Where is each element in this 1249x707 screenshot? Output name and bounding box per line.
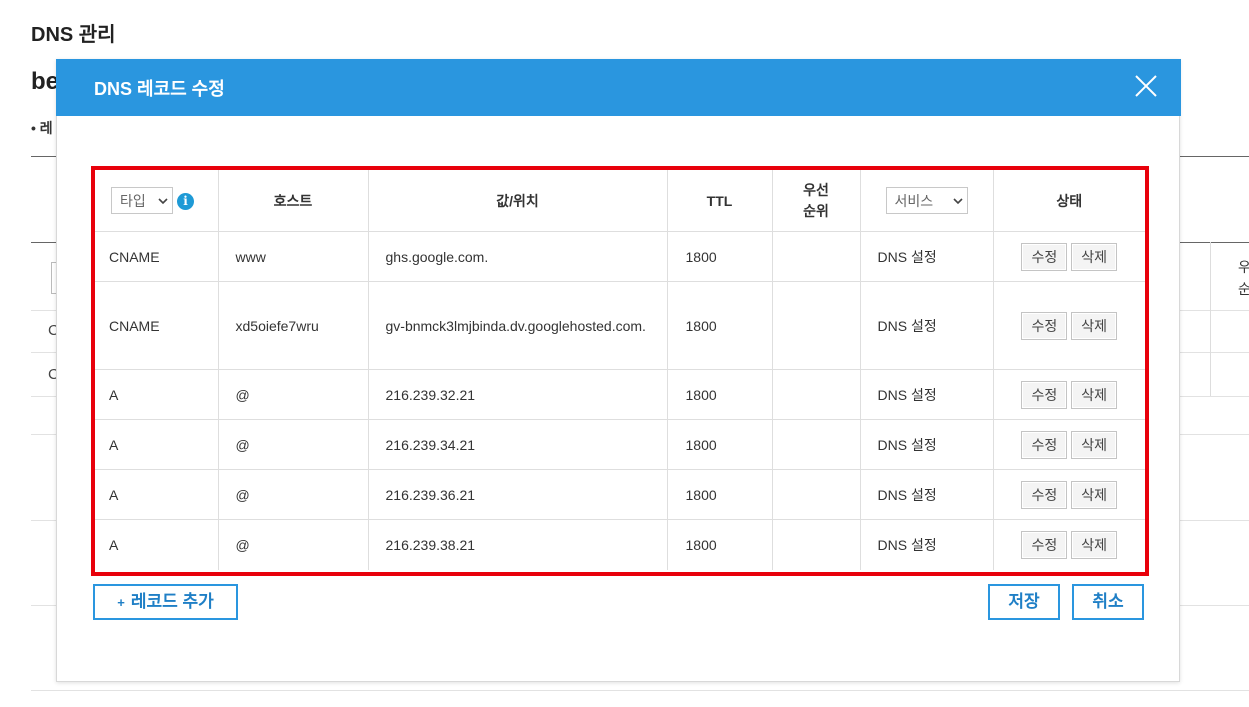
table-header-row: 타입 i 호스트 값/위치 TTL 우선 순위 서비스 상태 [95, 170, 1145, 232]
cell-type: A [95, 419, 219, 470]
priority-label-line1: 우선 [803, 181, 829, 198]
cell-type: A [95, 369, 219, 420]
cell-ttl: 1800 [667, 369, 773, 420]
dns-records-table: 타입 i 호스트 값/위치 TTL 우선 순위 서비스 상태 CNAME www… [95, 170, 1145, 570]
section-bullet: • 레 [31, 120, 53, 136]
table-row: A @ 216.239.38.21 1800 DNS 설정 수정 삭제 [95, 519, 1145, 570]
modal-title: DNS 레코드 수정 [94, 79, 225, 99]
cell-service: DNS 설정 [860, 369, 994, 420]
cell-ttl: 1800 [667, 281, 773, 370]
cell-service: DNS 설정 [860, 519, 994, 570]
cell-actions: 수정 삭제 [993, 231, 1145, 282]
cell-host: xd5oiefe7wru [218, 281, 369, 370]
cell-service: DNS 설정 [860, 281, 994, 370]
cell-actions: 수정 삭제 [993, 469, 1145, 520]
save-button[interactable]: 저장 [988, 584, 1060, 620]
close-icon[interactable] [1131, 71, 1161, 101]
cell-host: @ [218, 519, 369, 570]
column-ttl: TTL [667, 170, 773, 232]
edit-button[interactable]: 수정 [1021, 311, 1068, 340]
table-row: A @ 216.239.34.21 1800 DNS 설정 수정 삭제 [95, 419, 1145, 470]
table-row: A @ 216.239.32.21 1800 DNS 설정 수정 삭제 [95, 369, 1145, 420]
cell-service: DNS 설정 [860, 419, 994, 470]
chevron-down-icon [158, 197, 168, 204]
column-priority: 우선 순위 [772, 170, 861, 232]
bg-header-line: 순 [1238, 281, 1249, 297]
cell-priority [772, 231, 861, 282]
info-icon[interactable]: i [177, 193, 194, 211]
cell-value: 216.239.32.21 [368, 369, 668, 420]
column-status: 상태 [993, 170, 1145, 232]
edit-button[interactable]: 수정 [1021, 430, 1068, 459]
priority-label-line2: 순위 [803, 202, 829, 219]
cell-host: www [218, 231, 369, 282]
cell-ttl: 1800 [667, 419, 773, 470]
cell-type: A [95, 469, 219, 520]
cell-host: @ [218, 419, 369, 470]
cell-service: DNS 설정 [860, 469, 994, 520]
delete-button[interactable]: 삭제 [1071, 430, 1118, 459]
cell-actions: 수정 삭제 [993, 520, 1145, 570]
cell-actions: 수정 삭제 [993, 369, 1145, 420]
cell-ttl: 1800 [667, 469, 773, 520]
cell-type: CNAME [95, 231, 219, 282]
cell-priority [772, 369, 861, 420]
cell-type: CNAME [95, 281, 219, 370]
type-filter-select[interactable]: 타입 [111, 187, 173, 214]
bg-header-line: 우 [1238, 259, 1249, 275]
modal-header: DNS 레코드 수정 [56, 59, 1181, 116]
column-host: 호스트 [218, 170, 369, 232]
delete-button[interactable]: 삭제 [1071, 311, 1118, 340]
add-record-button[interactable]: + 레코드 추가 [93, 584, 238, 620]
cell-priority [772, 469, 861, 520]
cell-value: gv-bnmck3lmjbinda.dv.googlehosted.com. [368, 281, 668, 370]
divider [1210, 242, 1211, 396]
cell-host: @ [218, 469, 369, 520]
chevron-down-icon [952, 197, 963, 204]
cell-host: @ [218, 369, 369, 420]
domain-title: be [31, 68, 60, 95]
records-table-highlight: 타입 i 호스트 값/위치 TTL 우선 순위 서비스 상태 CNAME www… [91, 166, 1149, 576]
cell-ttl: 1800 [667, 519, 773, 570]
cell-service: DNS 설정 [860, 231, 994, 282]
cell-actions: 수정 삭제 [993, 281, 1145, 370]
background-header-text: 우 순 [1238, 256, 1249, 300]
dns-record-edit-modal: DNS 레코드 수정 타입 i 호스트 값/위치 TTL 우선 순위 서비스 상… [56, 59, 1181, 682]
table-row: CNAME xd5oiefe7wru gv-bnmck3lmjbinda.dv.… [95, 281, 1145, 370]
edit-button[interactable]: 수정 [1021, 242, 1068, 271]
delete-button[interactable]: 삭제 [1071, 380, 1118, 409]
cell-value: ghs.google.com. [368, 231, 668, 282]
cancel-button[interactable]: 취소 [1072, 584, 1144, 620]
cell-type: A [95, 519, 219, 570]
delete-button[interactable]: 삭제 [1071, 530, 1118, 559]
cell-priority [772, 419, 861, 470]
edit-button[interactable]: 수정 [1021, 530, 1068, 559]
cell-value: 216.239.34.21 [368, 419, 668, 470]
column-type: 타입 i [95, 170, 219, 232]
add-record-label: 레코드 추가 [130, 592, 214, 611]
divider [31, 690, 1249, 691]
delete-button[interactable]: 삭제 [1071, 480, 1118, 509]
cell-priority [772, 281, 861, 370]
delete-button[interactable]: 삭제 [1071, 242, 1118, 271]
type-filter-label: 타입 [120, 192, 146, 209]
cell-ttl: 1800 [667, 231, 773, 282]
table-row: CNAME www ghs.google.com. 1800 DNS 설정 수정… [95, 231, 1145, 282]
service-filter-label: 서비스 [894, 192, 934, 209]
edit-button[interactable]: 수정 [1021, 480, 1068, 509]
cell-actions: 수정 삭제 [993, 419, 1145, 470]
column-value: 값/위치 [368, 170, 668, 232]
service-filter-select[interactable]: 서비스 [885, 187, 968, 214]
table-row: A @ 216.239.36.21 1800 DNS 설정 수정 삭제 [95, 469, 1145, 520]
cell-priority [772, 519, 861, 570]
cell-value: 216.239.36.21 [368, 469, 668, 520]
cell-value: 216.239.38.21 [368, 519, 668, 570]
edit-button[interactable]: 수정 [1021, 380, 1068, 409]
plus-icon: + [117, 595, 125, 610]
page-title: DNS 관리 [31, 24, 116, 46]
column-service: 서비스 [860, 170, 994, 232]
